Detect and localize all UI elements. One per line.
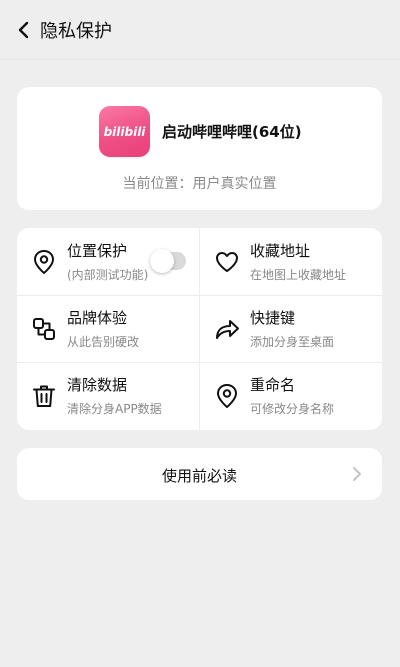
trash-icon [33,385,55,407]
feature-favorite-address[interactable]: 收藏地址 在地图上收藏地址 [200,228,382,295]
read-before-use-label: 使用前必读 [161,467,237,485]
feature-subtitle: 可修改分身名称 [250,402,335,416]
feature-shortcut[interactable]: 快捷键 添加分身至桌面 [200,295,382,362]
feature-grid: 位置保护 (内部测试功能) 收藏地址 在地图上收藏地址 品牌体验 从此告别硬改 … [17,228,382,430]
feature-brand-experience[interactable]: 品牌体验 从此告别硬改 [17,295,199,362]
share-arrow-icon [216,320,239,339]
heart-icon [216,252,238,272]
feature-subtitle: (内部测试功能) [67,268,149,282]
feature-title: 收藏地址 [250,242,311,260]
header-bar: 隐私保护 [0,0,400,60]
feature-title: 重命名 [250,376,296,394]
current-location-text: 当前位置：用户真实位置 [122,176,277,192]
app-logo: bilibili [99,106,150,157]
feature-subtitle: 添加分身至桌面 [250,335,335,349]
toggle-knob [150,249,174,273]
chevron-left-icon [18,21,29,38]
location-pin-icon [217,384,237,408]
feature-clear-data[interactable]: 清除数据 清除分身APP数据 [17,362,199,429]
feature-title: 位置保护 [67,242,128,260]
chevron-right-icon [353,467,361,481]
read-before-use-button[interactable]: 使用前必读 [17,448,382,500]
feature-subtitle: 清除分身APP数据 [67,402,162,416]
feature-location-protection[interactable]: 位置保护 (内部测试功能) [17,228,199,295]
logo-text: bilibili [104,125,147,139]
feature-rename[interactable]: 重命名 可修改分身名称 [200,362,382,429]
feature-title: 清除数据 [67,376,128,394]
back-button[interactable] [10,16,38,44]
app-info-card: bilibili 启动哔哩哔哩(64位) 当前位置：用户真实位置 [17,87,382,210]
feature-subtitle: 在地图上收藏地址 [250,268,347,282]
feature-title: 品牌体验 [67,309,128,327]
feature-subtitle: 从此告别硬改 [67,335,140,349]
feature-title: 快捷键 [250,309,296,327]
bilibili-logo-icon: bilibili [104,125,147,139]
app-name: 启动哔哩哔哩(64位) [162,123,302,141]
brand-swap-icon [33,318,55,340]
location-protection-toggle[interactable] [150,249,186,273]
location-pin-icon [34,250,54,274]
page-title: 隐私保护 [40,20,112,42]
